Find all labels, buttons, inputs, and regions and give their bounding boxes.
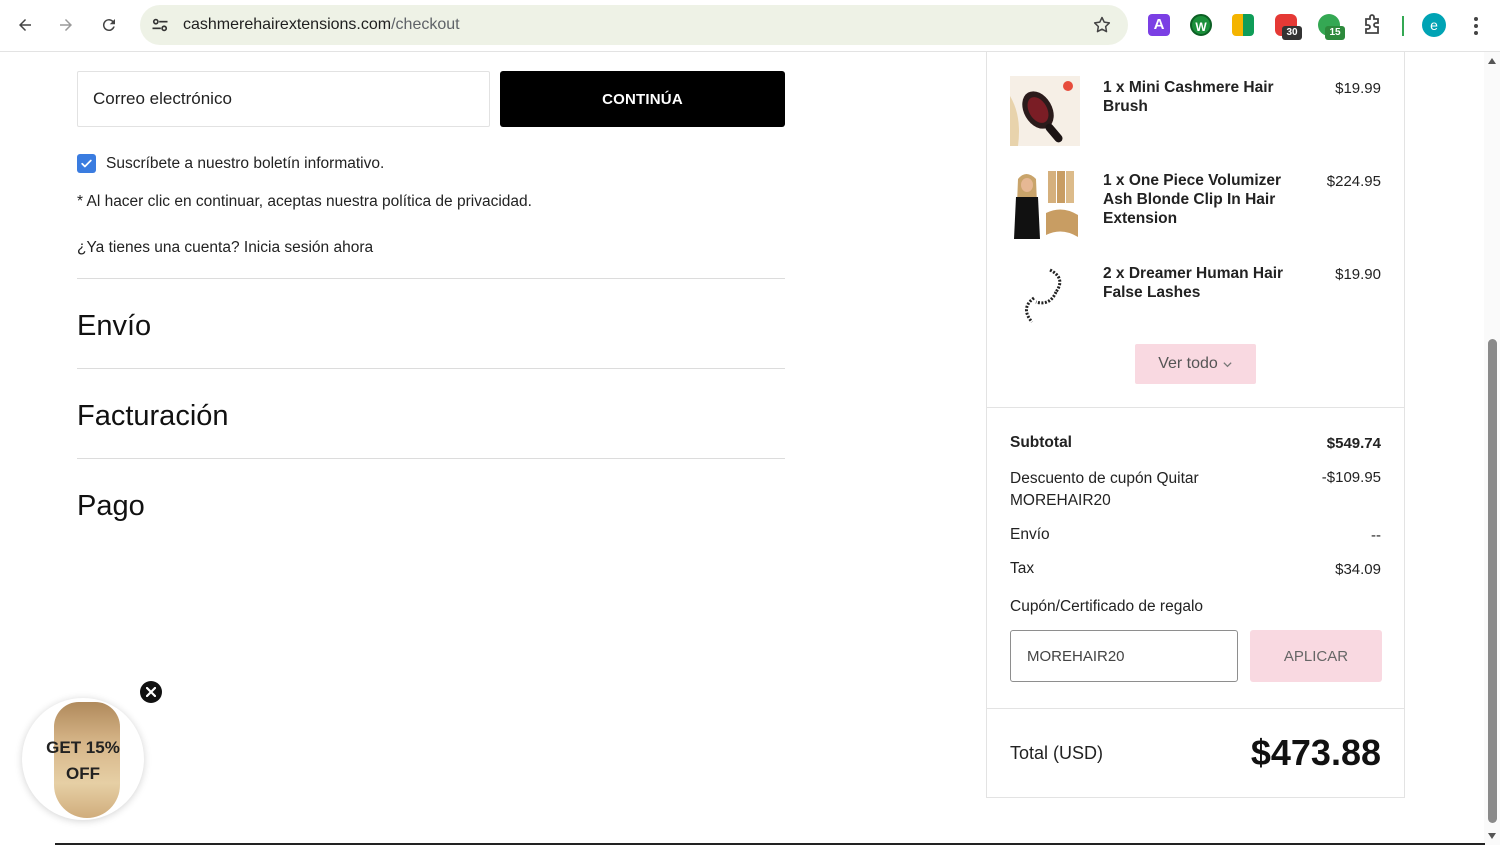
scroll-down-arrow-icon[interactable] [1488,833,1496,839]
url-path: /checkout [391,16,460,33]
promo-line-2: OFF [66,764,100,783]
arrow-left-icon [19,19,31,31]
tax-value: $34.09 [1335,561,1381,578]
email-input[interactable] [78,72,489,126]
site-settings-icon[interactable] [150,15,170,35]
section-divider [77,278,785,279]
more-menu-icon[interactable] [1466,14,1486,38]
scroll-up-arrow-icon[interactable] [1488,58,1496,64]
see-all-button[interactable]: Ver todo [1135,344,1256,384]
bookmark-star-icon[interactable] [1092,15,1112,35]
extensions-puzzle-icon[interactable] [1360,13,1384,37]
hair-extension-image [1010,169,1080,239]
newsletter-checkbox[interactable] [77,154,96,173]
shipping-value: -- [1371,527,1381,544]
subtotal-label: Subtotal [1010,434,1072,451]
close-icon [146,687,156,697]
discount-code: MOREHAIR20 [1010,492,1111,509]
browser-toolbar: cashmerehairextensions.com/checkout A W … [0,0,1500,52]
order-item-price: $19.90 [1335,266,1381,283]
url-domain: cashmerehairextensions.com [183,16,392,33]
section-billing[interactable]: Facturación [77,400,229,433]
toolbar-divider [1402,16,1404,36]
coupon-input[interactable] [1011,631,1237,681]
total-value: $473.88 [1250,732,1381,773]
extension-badge: 30 [1282,26,1302,40]
reload-icon [102,19,115,32]
back-button[interactable] [10,10,40,40]
section-divider [77,458,785,459]
promo-close-button[interactable] [140,681,162,703]
url-text: cashmerehairextensions.com/checkout [183,16,460,34]
order-summary-panel [986,52,1405,798]
newsletter-label[interactable]: Suscríbete a nuestro boletín informativo… [106,155,384,173]
see-all-label: Ver todo [1158,355,1218,372]
email-field[interactable] [77,71,490,127]
page-scrollbar[interactable] [1484,52,1500,845]
hair-brush-image [1010,76,1080,146]
chevron-down-icon [1223,361,1232,367]
discount-label: Descuento de cupón Quitar MOREHAIR20 [1010,468,1199,512]
privacy-note: * Al hacer clic en continuar, aceptas nu… [77,193,532,210]
text-a-extension-icon[interactable]: A [1148,14,1170,36]
arrow-right-icon [60,19,72,31]
w-extension-icon[interactable]: W [1190,14,1212,36]
tax-label: Tax [1010,560,1035,577]
promo-line-1: GET 15% [46,738,120,757]
profile-avatar[interactable]: e [1422,13,1446,37]
section-shipping[interactable]: Envío [77,310,151,343]
login-link[interactable]: ¿Ya tienes una cuenta? Inicia sesión aho… [77,239,373,257]
promo-text: GET 15% OFF [22,735,144,787]
section-payment[interactable]: Pago [77,490,145,523]
extension-badge: 15 [1325,26,1345,40]
scrollbar-thumb[interactable] [1488,339,1497,823]
coupon-label: Cupón/Certificado de regalo [1010,598,1204,615]
checkmark-icon [81,159,92,168]
order-item-price: $224.95 [1326,173,1381,190]
order-item-price: $19.99 [1335,80,1381,97]
continue-button[interactable]: CONTINÚA [500,71,785,127]
apply-coupon-button[interactable]: APLICAR [1250,630,1382,682]
coupon-field[interactable] [1010,630,1238,682]
discount-remove-link[interactable]: Descuento de cupón Quitar [1010,468,1199,490]
total-label: Total (USD) [1010,743,1104,763]
discount-promo-widget[interactable]: GET 15% OFF [22,698,144,820]
summary-divider [987,407,1404,408]
grid-extension-icon[interactable] [1232,14,1254,36]
forward-button[interactable] [51,10,81,40]
discount-value: -$109.95 [1321,469,1381,486]
order-item-name: 1 x One Piece Volumizer Ash Blonde Clip … [1103,172,1282,227]
summary-divider [987,708,1404,709]
subtotal-value: $549.74 [1326,435,1381,452]
false-lashes-image [1010,262,1080,332]
section-divider [77,368,785,369]
order-item-name: 1 x Mini Cashmere Hair Brush [1103,79,1274,115]
address-bar[interactable]: cashmerehairextensions.com/checkout [140,5,1128,45]
order-item-name: 2 x Dreamer Human Hair False Lashes [1103,265,1284,301]
shipping-label: Envío [1010,526,1050,543]
reload-button[interactable] [94,10,124,40]
